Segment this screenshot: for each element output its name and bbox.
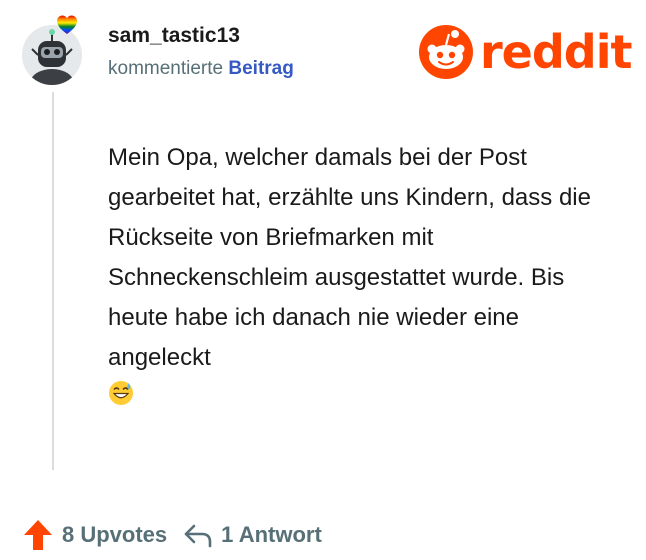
upvote-arrow-icon [24, 520, 52, 550]
rainbow-heart-icon [57, 15, 77, 34]
thread-line[interactable] [52, 92, 54, 470]
reply-arrow-icon [184, 524, 212, 548]
comment-context: kommentierte Beitrag [108, 58, 294, 80]
action-verb: kommentierte [108, 58, 224, 79]
reply-count: 1 Antwort [221, 522, 322, 547]
username[interactable]: sam_tastic13 [108, 24, 240, 48]
reply-button[interactable]: 1 Antwort [167, 521, 322, 549]
upvote-button[interactable]: 8 Upvotes [22, 518, 167, 552]
reddit-logo: reddit [418, 22, 632, 82]
reddit-snoo-icon [419, 25, 473, 79]
comment-body: Mein Opa, welcher damals bei der Post ge… [108, 144, 591, 371]
brand-wordmark: reddit [480, 25, 632, 79]
upvote-count: 8 Upvotes [62, 522, 168, 547]
grinning-sweat-emoji-icon [109, 381, 133, 405]
post-link[interactable]: Beitrag [228, 58, 293, 79]
comment-footer: 8 Upvotes 1 Antwort [22, 516, 322, 554]
